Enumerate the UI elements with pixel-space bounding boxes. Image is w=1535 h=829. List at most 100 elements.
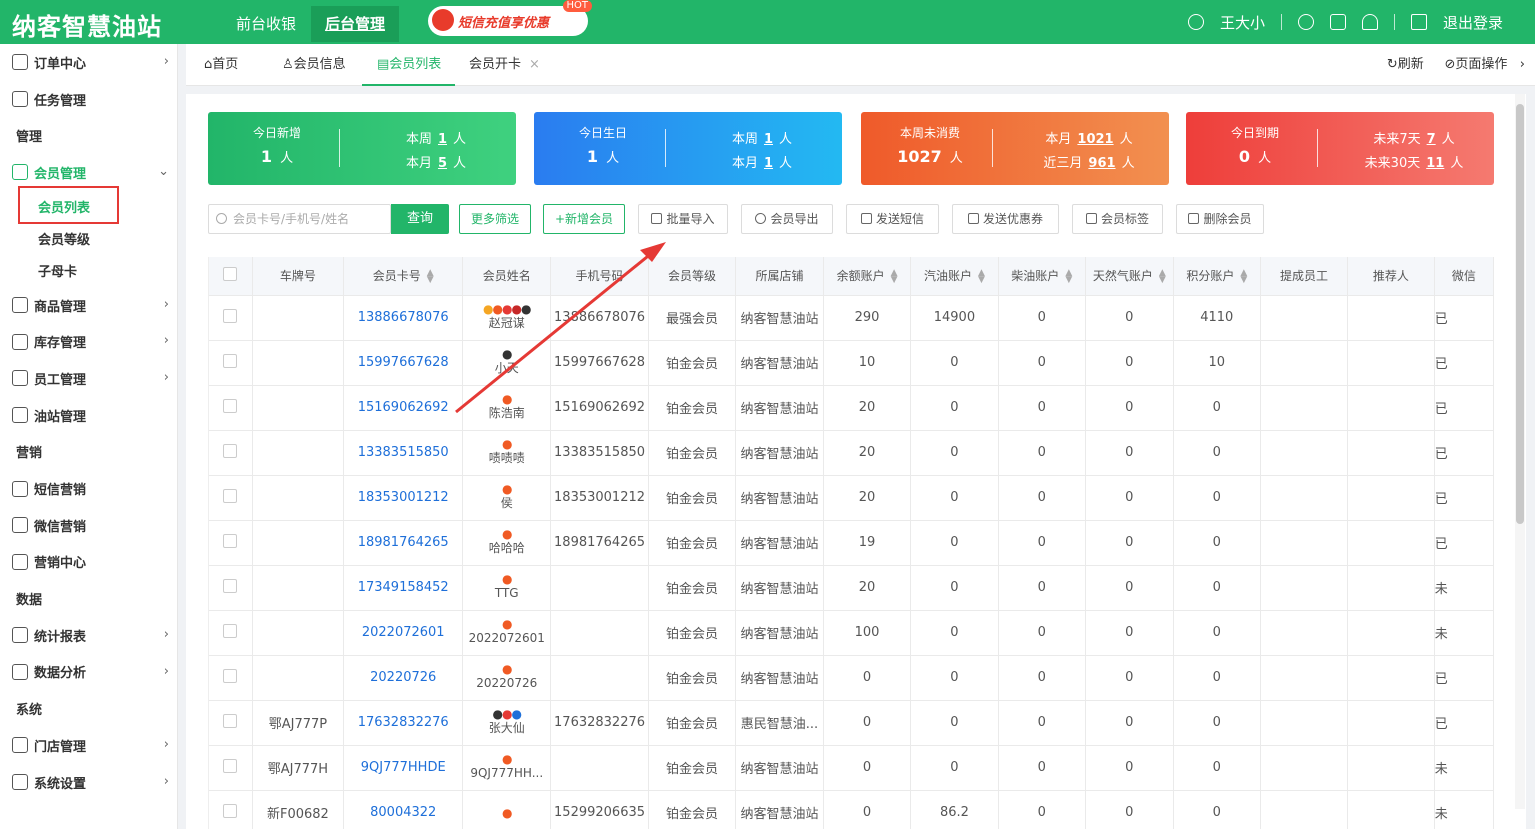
sidebar-item[interactable]: 任务管理 bbox=[0, 81, 177, 118]
query-button[interactable]: 查询 bbox=[391, 204, 449, 234]
sidebar-item[interactable]: 订单中心 › bbox=[0, 44, 177, 81]
cell-card[interactable]: 15169062692 bbox=[343, 385, 464, 431]
row-checkbox[interactable] bbox=[223, 623, 238, 638]
export-button[interactable]: 会员导出 bbox=[741, 204, 833, 234]
cell-card[interactable]: 80004322 bbox=[343, 790, 464, 829]
scrollbar-thumb[interactable] bbox=[1516, 104, 1524, 524]
tab-member-list[interactable]: ▤会员列表 bbox=[362, 44, 455, 86]
row-select-cell[interactable] bbox=[209, 520, 253, 566]
stat-link[interactable]: 7 bbox=[1427, 132, 1436, 147]
table-row[interactable]: 鄂AJ777H 9QJ777HHDE ● 9QJ777HH... 铂金会员 纳客智慧油站 0… bbox=[209, 745, 1494, 791]
table-row[interactable]: 15997667628 ● 小天 15997667628 铂金会员 纳客智慧油站 10 0 0 0… bbox=[209, 340, 1494, 386]
row-select-cell[interactable] bbox=[209, 565, 253, 611]
sidebar-item[interactable]: 统计报表 › bbox=[0, 617, 177, 654]
stat-link[interactable]: 961 bbox=[1088, 156, 1115, 171]
close-icon[interactable]: × bbox=[529, 57, 540, 72]
tab-member-card[interactable]: 会员开卡 × bbox=[469, 44, 540, 86]
row-checkbox[interactable] bbox=[223, 398, 238, 413]
select-all-checkbox[interactable] bbox=[223, 267, 238, 282]
table-row[interactable]: 17349158452 ● TTG 铂金会员 纳客智慧油站 20 0 0 0 0 未 bbox=[209, 565, 1494, 611]
stat-link[interactable]: 1021 bbox=[1077, 132, 1113, 147]
table-row[interactable]: 新F00682 80004322 ● 15299206635 铂金会员 纳客智慧油站 0 86… bbox=[209, 790, 1494, 829]
table-row[interactable]: 2022072601 ● 2022072601 铂金会员 纳客智慧油站 100 0 0 0 0 未 bbox=[209, 610, 1494, 656]
tab-front-cashier[interactable]: 前台收银 bbox=[222, 6, 310, 42]
sidebar-item[interactable]: 子母卡 bbox=[0, 255, 177, 287]
logout-link[interactable]: 退出登录 bbox=[1443, 12, 1503, 33]
tab-back-admin[interactable]: 后台管理 bbox=[311, 6, 400, 42]
table-row[interactable]: 鄂AJ777P 17632832276 ●●● 张大仙 17632832276 铂金会员惠… bbox=[209, 700, 1494, 746]
cell-card[interactable]: 9QJ777HHDE bbox=[343, 745, 464, 791]
username[interactable]: 王大小 bbox=[1220, 12, 1265, 33]
row-select-cell[interactable] bbox=[209, 610, 253, 656]
tab-member-info[interactable]: ♙会员信息 bbox=[282, 44, 346, 86]
row-select-cell[interactable] bbox=[209, 745, 253, 791]
row-select-cell[interactable] bbox=[209, 655, 253, 701]
select-all-cell[interactable] bbox=[209, 257, 253, 296]
cell-card[interactable]: 17349158452 bbox=[343, 565, 464, 611]
chevron-right-icon[interactable]: › bbox=[1520, 57, 1525, 72]
stat-link[interactable]: 1 bbox=[438, 132, 447, 147]
refresh-button[interactable]: ↻刷新 bbox=[1387, 57, 1424, 72]
row-checkbox[interactable] bbox=[223, 443, 238, 458]
row-checkbox[interactable] bbox=[223, 488, 238, 503]
bell-icon[interactable] bbox=[1361, 14, 1378, 30]
row-checkbox[interactable] bbox=[223, 713, 238, 728]
column-header[interactable]: 余额账户 ▲ ▼ bbox=[823, 257, 912, 296]
sidebar-item[interactable]: 短信营销 bbox=[0, 470, 177, 507]
sort-icon[interactable]: ▲ ▼ bbox=[978, 268, 985, 284]
lock-icon[interactable] bbox=[1329, 14, 1346, 30]
stat-link[interactable]: 11 bbox=[1426, 156, 1444, 171]
table-row[interactable]: 18981764265 ● 哈哈哈 18981764265 铂金会员 纳客智慧油站 19 0 0… bbox=[209, 520, 1494, 566]
sort-icon[interactable]: ▲ ▼ bbox=[1240, 268, 1247, 284]
stat-link[interactable]: 1 bbox=[764, 132, 773, 147]
cell-card[interactable]: 18981764265 bbox=[343, 520, 464, 566]
cell-card[interactable]: 20220726 bbox=[343, 655, 464, 701]
logout-icon[interactable] bbox=[1410, 14, 1427, 30]
cell-card[interactable]: 13886678076 bbox=[343, 295, 464, 341]
row-select-cell[interactable] bbox=[209, 790, 253, 829]
row-select-cell[interactable] bbox=[209, 475, 253, 521]
sort-icon[interactable]: ▲ ▼ bbox=[891, 268, 898, 284]
send-sms-button[interactable]: 发送短信 bbox=[846, 204, 939, 234]
sidebar-item[interactable]: 数据分析 › bbox=[0, 654, 177, 691]
sidebar-item[interactable]: 系统设置 › bbox=[0, 764, 177, 801]
row-select-cell[interactable] bbox=[209, 340, 253, 386]
sidebar-item[interactable]: 会员等级 bbox=[0, 223, 177, 255]
sidebar-item[interactable]: 商品管理 › bbox=[0, 287, 177, 324]
row-checkbox[interactable] bbox=[223, 533, 238, 548]
row-select-cell[interactable] bbox=[209, 430, 253, 476]
row-checkbox[interactable] bbox=[223, 803, 238, 818]
row-checkbox[interactable] bbox=[223, 353, 238, 368]
column-header[interactable]: 柴油账户 ▲ ▼ bbox=[998, 257, 1086, 296]
cell-card[interactable]: 2022072601 bbox=[343, 610, 464, 656]
column-header[interactable]: 积分账户 ▲ ▼ bbox=[1173, 257, 1261, 296]
delete-member-button[interactable]: 删除会员 bbox=[1176, 204, 1264, 234]
cell-card[interactable]: 13383515850 bbox=[343, 430, 464, 476]
table-row[interactable]: 20220726 ● 20220726 铂金会员 纳客智慧油站 0 0 0 0 0 已 bbox=[209, 655, 1494, 701]
batch-import-button[interactable]: 批量导入 bbox=[638, 204, 728, 234]
stat-link[interactable]: 1 bbox=[764, 156, 773, 171]
more-filter-button[interactable]: 更多筛选 bbox=[459, 204, 531, 234]
table-row[interactable]: 13886678076 ●●●●● 赵冠谋 13886678076 最强会员 纳客智慧油站… bbox=[209, 295, 1494, 341]
cell-card[interactable]: 17632832276 bbox=[343, 700, 464, 746]
sort-icon[interactable]: ▲ ▼ bbox=[427, 268, 434, 284]
tags-button[interactable]: 会员标签 bbox=[1072, 204, 1163, 234]
page-ops-button[interactable]: ⊘页面操作 bbox=[1444, 57, 1507, 72]
cell-card[interactable]: 15997667628 bbox=[343, 340, 464, 386]
sidebar-item[interactable]: 微信营销 bbox=[0, 507, 177, 544]
row-select-cell[interactable] bbox=[209, 295, 253, 341]
row-checkbox[interactable] bbox=[223, 578, 238, 593]
tab-home[interactable]: ⌂首页 bbox=[204, 44, 238, 86]
column-header[interactable]: 汽油账户 ▲ ▼ bbox=[910, 257, 999, 296]
row-checkbox[interactable] bbox=[223, 668, 238, 683]
vertical-scrollbar[interactable] bbox=[1515, 94, 1525, 809]
sidebar-item[interactable]: 油站管理 bbox=[0, 397, 177, 434]
sidebar-item[interactable]: 员工管理 › bbox=[0, 360, 177, 397]
sidebar-item[interactable]: 库存管理 › bbox=[0, 323, 177, 360]
row-checkbox[interactable] bbox=[223, 308, 238, 323]
search-input[interactable]: 会员卡号/手机号/姓名 bbox=[208, 204, 391, 234]
cell-card[interactable]: 18353001212 bbox=[343, 475, 464, 521]
table-row[interactable]: 15169062692 ● 陈浩南 15169062692 铂金会员 纳客智慧油站 20 0 0… bbox=[209, 385, 1494, 431]
sidebar-item[interactable]: 门店管理 › bbox=[0, 727, 177, 764]
row-select-cell[interactable] bbox=[209, 385, 253, 431]
